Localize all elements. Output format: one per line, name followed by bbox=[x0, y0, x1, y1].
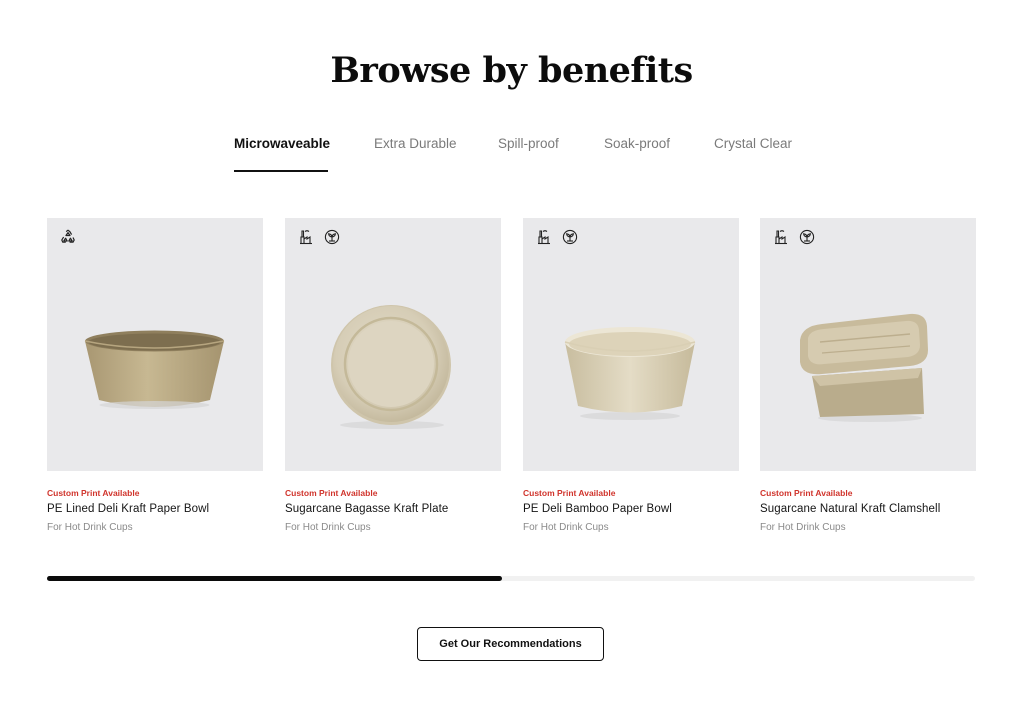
custom-print-label: Custom Print Available bbox=[760, 488, 853, 498]
custom-print-label: Custom Print Available bbox=[523, 488, 616, 498]
tab-crystal-clear[interactable]: Crystal Clear bbox=[714, 136, 792, 151]
get-recommendations-button[interactable]: Get Our Recommendations bbox=[417, 627, 604, 661]
product-name[interactable]: Sugarcane Bagasse Kraft Plate bbox=[285, 503, 448, 515]
bamboo-paper-bowl-image bbox=[564, 327, 696, 420]
custom-print-label: Custom Print Available bbox=[285, 488, 378, 498]
product-name[interactable]: PE Deli Bamboo Paper Bowl bbox=[523, 503, 672, 515]
carousel-scrollbar-thumb[interactable] bbox=[47, 576, 502, 581]
product-subtitle: For Hot Drink Cups bbox=[285, 522, 371, 533]
product-image[interactable] bbox=[523, 218, 739, 471]
carousel-scrollbar[interactable] bbox=[47, 576, 975, 581]
tab-spill-proof[interactable]: Spill-proof bbox=[498, 136, 559, 151]
product-card[interactable]: Custom Print Available PE Lined Deli Kra… bbox=[47, 218, 263, 548]
product-name[interactable]: Sugarcane Natural Kraft Clamshell bbox=[760, 503, 940, 515]
product-name[interactable]: PE Lined Deli Kraft Paper Bowl bbox=[47, 503, 209, 515]
bagasse-plate-image bbox=[331, 305, 451, 429]
product-image[interactable] bbox=[47, 218, 263, 471]
section-title: Browse by benefits bbox=[330, 50, 693, 91]
tab-soak-proof[interactable]: Soak-proof bbox=[604, 136, 670, 151]
kraft-clamshell-image bbox=[800, 313, 928, 422]
tab-extra-durable[interactable]: Extra Durable bbox=[374, 136, 457, 151]
product-subtitle: For Hot Drink Cups bbox=[47, 522, 133, 533]
custom-print-label: Custom Print Available bbox=[47, 488, 140, 498]
tab-microwaveable[interactable]: Microwaveable bbox=[234, 136, 330, 151]
product-card[interactable]: Custom Print Available Sugarcane Bagasse… bbox=[285, 218, 501, 548]
product-card[interactable]: Custom Print Available PE Deli Bamboo Pa… bbox=[523, 218, 739, 548]
benefit-tabs: Microwaveable Extra Durable Spill-proof … bbox=[0, 136, 1023, 176]
kraft-paper-bowl-image bbox=[84, 330, 225, 409]
product-image[interactable] bbox=[285, 218, 501, 471]
product-image[interactable] bbox=[760, 218, 976, 471]
product-card[interactable]: Custom Print Available Sugarcane Natural… bbox=[760, 218, 976, 548]
product-subtitle: For Hot Drink Cups bbox=[760, 522, 846, 533]
active-tab-indicator bbox=[234, 170, 328, 172]
product-subtitle: For Hot Drink Cups bbox=[523, 522, 609, 533]
